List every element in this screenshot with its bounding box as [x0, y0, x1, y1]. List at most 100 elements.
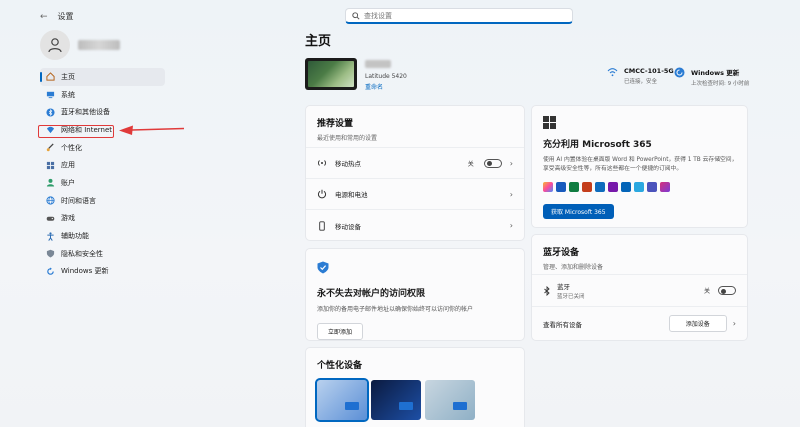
chevron-right-icon[interactable]: › — [733, 319, 736, 328]
bluetooth-title: 蓝牙设备 — [543, 248, 580, 258]
back-arrow-icon[interactable]: ← — [40, 12, 48, 22]
bluetooth-subtitle: 管理、添加和删除设备 — [543, 264, 604, 271]
personalize-card: 个性化设备 — [305, 347, 525, 427]
accessibility-icon — [47, 231, 54, 241]
update-icon — [47, 267, 54, 275]
personalize-title: 个性化设备 — [317, 361, 363, 371]
wifi-state: 已连接，安全 — [624, 79, 658, 85]
avatar — [40, 30, 70, 60]
page-title: 主页 — [305, 34, 332, 49]
outlook-icon — [595, 182, 605, 192]
sidebar-item-time-language[interactable]: 时间和语言 — [40, 192, 165, 210]
add-device-button[interactable]: 添加设备 — [668, 315, 727, 332]
add-now-button[interactable]: 立即添加 — [317, 323, 364, 340]
gamepad-icon — [46, 216, 55, 221]
excel-icon — [569, 182, 579, 192]
mobile-devices-label: 移动设备 — [335, 222, 361, 231]
person-icon — [48, 38, 62, 53]
sidebar-item-bluetooth[interactable]: 蓝牙和其他设备 — [40, 103, 165, 121]
hotspot-row[interactable]: 移动热点 关 › — [306, 148, 524, 179]
shield-check-icon — [317, 261, 329, 274]
update-status[interactable]: Windows 更新 上次检查时间: 9 小时前 — [674, 67, 749, 87]
hotspot-toggle-state: 关 — [467, 160, 474, 168]
sidebar-item-label: 时间和语言 — [61, 196, 96, 205]
m365-app-icons — [543, 182, 736, 192]
sidebar-item-label: 辅助功能 — [61, 232, 89, 241]
recommended-title: 推荐设置 — [317, 119, 354, 129]
home-icon — [46, 72, 55, 81]
sidebar-item-personalization[interactable]: 个性化 — [40, 139, 165, 157]
wifi-status[interactable]: CMCC-101-5G 已连接，安全 — [607, 67, 674, 85]
sidebar-item-system[interactable]: 系统 — [40, 86, 165, 104]
device-name-redacted — [365, 60, 391, 68]
onedrive-icon — [621, 182, 631, 192]
annotation-highlight-box — [38, 125, 114, 138]
profile-name-redacted — [78, 40, 120, 50]
theme-thumbnail[interactable] — [371, 380, 421, 420]
bluetooth-row: 蓝牙 蓝牙已关闭 关 — [532, 275, 747, 307]
account-icon — [46, 179, 55, 188]
update-last-check: 上次检查时间: 9 小时前 — [691, 81, 750, 87]
power-icon — [317, 189, 327, 199]
sidebar-item-apps[interactable]: 应用 — [40, 156, 165, 174]
sidebar-item-label: 蓝牙和其他设备 — [61, 108, 110, 117]
bluetooth-footer: 查看所有设备 添加设备 › — [532, 307, 747, 340]
account-title: 永不失去对帐户的访问权限 — [317, 289, 426, 299]
bluetooth-label: 蓝牙 — [557, 283, 570, 291]
profile[interactable] — [40, 30, 120, 60]
power-battery-row[interactable]: 电源和电池 › — [306, 179, 524, 210]
monitor-icon — [46, 91, 55, 99]
powerpoint-icon — [582, 182, 592, 192]
bluetooth-icon — [544, 285, 550, 296]
sidebar-item-accessibility[interactable]: 辅助功能 — [40, 227, 165, 245]
defender-icon — [634, 182, 644, 192]
clipchamp-icon — [660, 182, 670, 192]
microsoft-logo-icon — [543, 116, 556, 129]
sidebar-item-label: Windows 更新 — [61, 267, 109, 276]
apps-icon — [46, 161, 55, 169]
phone-icon — [319, 220, 325, 231]
chevron-right-icon: › — [509, 221, 513, 230]
rename-link[interactable]: 重命名 — [365, 82, 383, 91]
sidebar-item-label: 系统 — [61, 90, 75, 99]
theme-thumbnail[interactable] — [425, 380, 475, 420]
sidebar-item-home[interactable]: 主页 — [40, 68, 165, 86]
sidebar-item-accounts[interactable]: 账户 — [40, 174, 165, 192]
sidebar-item-windows-update[interactable]: Windows 更新 — [40, 263, 165, 281]
wifi-status-icon — [607, 68, 618, 77]
m365-title: 充分利用 Microsoft 365 — [543, 140, 652, 150]
get-m365-button[interactable]: 获取 Microsoft 365 — [543, 204, 614, 219]
window-title: 设置 — [57, 12, 74, 21]
word-icon — [556, 182, 566, 192]
sidebar-item-label: 主页 — [61, 72, 75, 81]
search-icon — [352, 11, 360, 20]
hotspot-label: 移动热点 — [335, 160, 361, 168]
recommended-settings-card: 推荐设置 最近使用和常用的设置 移动热点 关 › 电源和电池 › 移动设备 › — [305, 105, 525, 241]
wifi-name: CMCC-101-5G — [624, 67, 674, 75]
search-box[interactable] — [345, 8, 573, 24]
bluetooth-toggle[interactable] — [718, 286, 736, 295]
bluetooth-state: 蓝牙已关闭 — [557, 294, 585, 300]
m365-subtitle: 使用 AI 内置体验在桌面版 Word 和 PowerPoint，获得 1 TB… — [543, 157, 738, 172]
device-thumbnail — [305, 58, 357, 90]
shield-icon — [46, 249, 55, 258]
globe-icon — [46, 196, 55, 205]
account-subtitle: 添加你的备用电子邮件地址以确保你始终可以访问你的帐户 — [317, 306, 474, 313]
bluetooth-toggle-state: 关 — [703, 288, 710, 295]
sidebar-item-privacy[interactable]: 隐私和安全性 — [40, 245, 165, 263]
hotspot-icon — [318, 160, 326, 166]
power-label: 电源和电池 — [335, 191, 368, 199]
sidebar-item-gaming[interactable]: 游戏 — [40, 210, 165, 228]
hotspot-toggle[interactable] — [483, 158, 502, 168]
update-title: Windows 更新 — [691, 69, 740, 77]
theme-thumbnail[interactable] — [315, 378, 369, 422]
sidebar-item-label: 账户 — [61, 178, 75, 187]
view-all-devices-link[interactable]: 查看所有设备 — [543, 319, 663, 329]
mobile-devices-row[interactable]: 移动设备 › — [306, 210, 524, 241]
sidebar-item-label: 个性化 — [61, 143, 82, 152]
chevron-right-icon: › — [509, 158, 513, 168]
search-input[interactable] — [364, 11, 564, 20]
sidebar-nav: 主页 系统 蓝牙和其他设备 网络和 Internet 个性化 应用 账户 时间和… — [40, 68, 165, 280]
sidebar-item-label: 应用 — [61, 161, 75, 170]
onenote-icon — [608, 182, 618, 192]
